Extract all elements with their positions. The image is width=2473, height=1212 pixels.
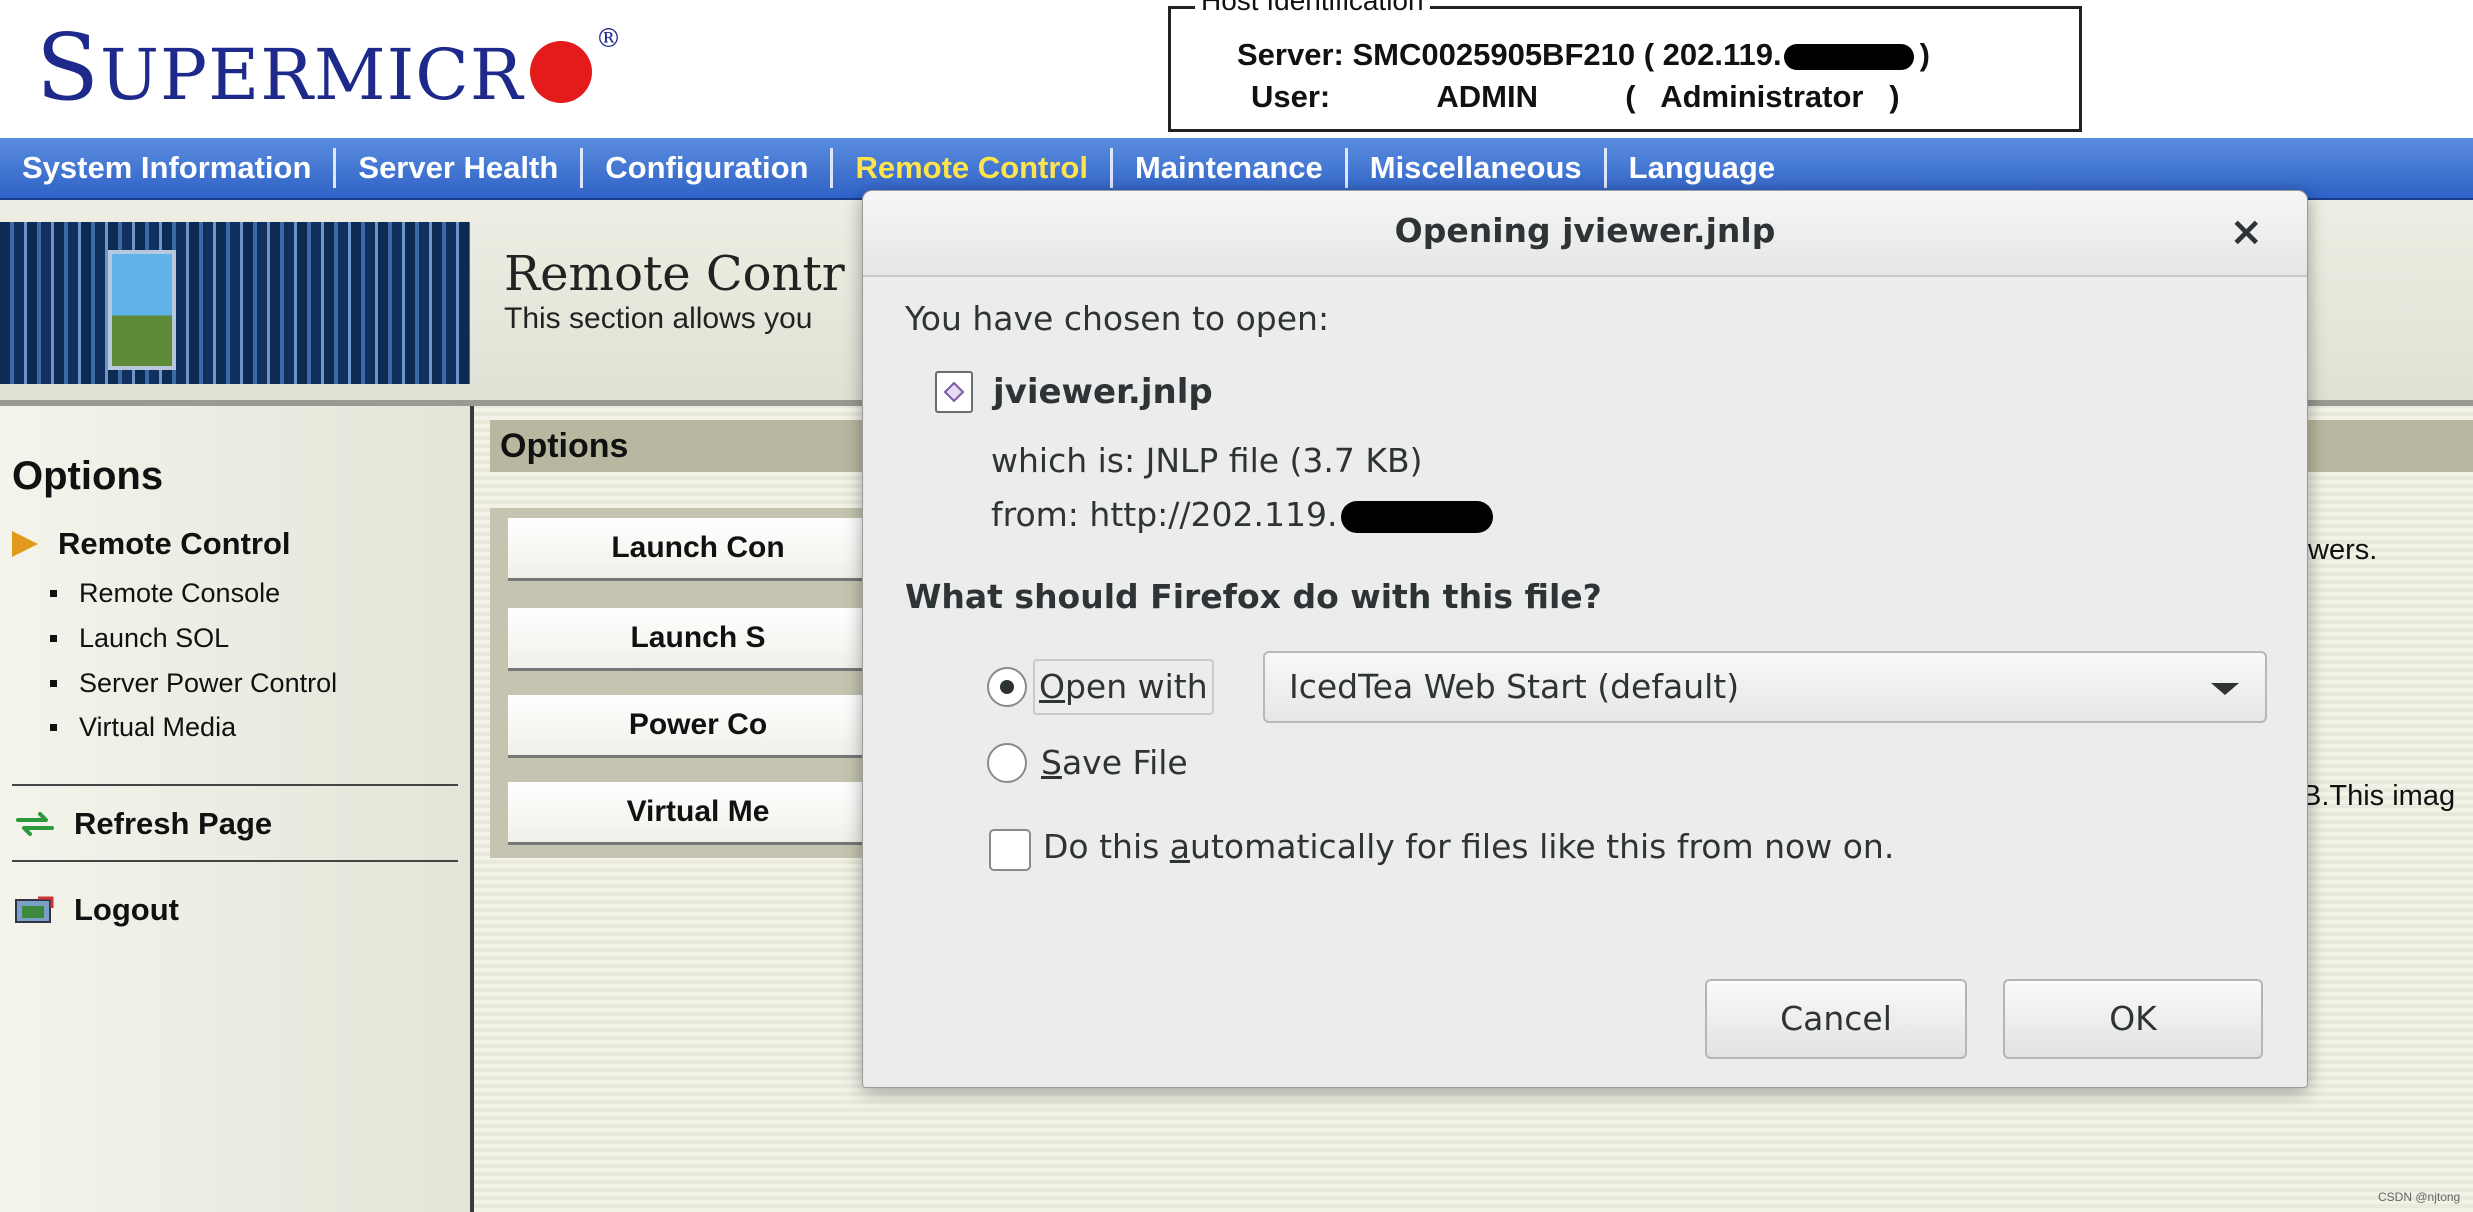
host-identification-box: Host Identification Server: SMC0025905BF… <box>1168 0 2082 132</box>
open-file-dialog: Opening jviewer.jnlp × You have chosen t… <box>862 190 2308 1088</box>
application-select[interactable]: IcedTea Web Start (default) <box>1263 651 2267 723</box>
open-with-radio[interactable] <box>987 667 1027 707</box>
sidebar-item-server-power-control[interactable]: Server Power Control <box>50 668 337 699</box>
section-description: This section allows you <box>504 302 813 335</box>
close-icon[interactable]: × <box>2229 209 2263 255</box>
file-source-info: from: http://202.119. <box>991 495 1494 534</box>
server-row: Server: SMC0025905BF210 ( 202.119.) <box>1237 37 1930 72</box>
redaction-mark <box>1783 43 1914 70</box>
dialog-title: Opening jviewer.jnlp <box>1394 211 1776 250</box>
launch-sol-button[interactable]: Launch S <box>508 608 888 671</box>
sidebar-title: Options <box>12 454 164 498</box>
refresh-icon <box>16 812 54 836</box>
user-role: ( Administrator ) <box>1625 79 1900 114</box>
sidebar-item-label: Remote Control <box>58 526 291 561</box>
file-name: jviewer.jnlp <box>993 372 1213 412</box>
host-identification-legend: Host Identification <box>1195 0 1430 15</box>
divider <box>12 784 458 786</box>
sidebar-item-launch-sol[interactable]: Launch SOL <box>50 623 229 654</box>
nav-language[interactable]: Language <box>1607 150 1797 186</box>
chevron-down-icon <box>2211 683 2239 695</box>
power-control-button[interactable]: Power Co <box>508 695 888 758</box>
save-file-label[interactable]: Save File <box>1041 743 1188 782</box>
nav-maintenance[interactable]: Maintenance <box>1113 150 1345 186</box>
redaction-mark <box>1341 500 1494 533</box>
user-value: ADMIN <box>1436 79 1538 114</box>
logout-link[interactable]: Logout <box>12 892 179 928</box>
auto-action-checkbox[interactable] <box>989 829 1031 871</box>
launch-console-button[interactable]: Launch Con <box>508 518 888 581</box>
sidebar-item-remote-console[interactable]: Remote Console <box>50 578 280 609</box>
description-text: wers. <box>2308 534 2378 566</box>
sidebar: Options Remote Control Remote Console La… <box>0 406 474 1212</box>
application-select-value: IcedTea Web Start (default) <box>1289 667 1740 706</box>
sidebar-item-virtual-media[interactable]: Virtual Media <box>50 712 236 743</box>
open-with-label[interactable]: Open with <box>1033 659 1214 715</box>
file-row: jviewer.jnlp <box>935 371 1213 413</box>
auto-action-label[interactable]: Do this automatically for files like thi… <box>1043 827 1894 866</box>
jnlp-file-icon <box>935 371 973 413</box>
section-title: Remote Contr <box>504 246 845 302</box>
nav-server-health[interactable]: Server Health <box>336 150 580 186</box>
nav-configuration[interactable]: Configuration <box>583 150 830 186</box>
description-text: B.This imag <box>2302 780 2456 812</box>
save-file-radio[interactable] <box>987 743 1027 783</box>
page-header: S UPERMICR ® Host Identification Server: S… <box>0 0 2473 138</box>
dialog-question: What should Firefox do with this file? <box>905 577 1602 616</box>
server-room-image <box>0 222 470 384</box>
cancel-button[interactable]: Cancel <box>1705 979 1967 1059</box>
file-type-info: which is: JNLP file (3.7 KB) <box>991 441 1423 480</box>
supermicro-logo: S UPERMICR ® <box>36 14 623 121</box>
dialog-intro: You have chosen to open: <box>905 299 1330 338</box>
refresh-page-link[interactable]: Refresh Page <box>12 806 272 842</box>
divider <box>12 860 458 862</box>
logout-icon <box>15 896 54 923</box>
user-label: User: <box>1251 79 1331 114</box>
arrow-right-icon <box>12 531 38 557</box>
server-value: SMC0025905BF210 ( 202.119. <box>1352 37 1782 72</box>
dialog-titlebar: Opening jviewer.jnlp × <box>863 191 2307 277</box>
nav-system-information[interactable]: System Information <box>0 150 333 186</box>
server-label: Server: <box>1237 37 1344 72</box>
sidebar-item-remote-control[interactable]: Remote Control <box>12 526 291 562</box>
virtual-media-button[interactable]: Virtual Me <box>508 782 888 845</box>
nav-remote-control[interactable]: Remote Control <box>833 150 1110 186</box>
nav-miscellaneous[interactable]: Miscellaneous <box>1348 150 1604 186</box>
watermark: CSDN @njtong <box>2378 1190 2461 1204</box>
user-row: User: ADMIN ( Administrator ) <box>1251 79 1900 115</box>
ok-button[interactable]: OK <box>2003 979 2263 1059</box>
